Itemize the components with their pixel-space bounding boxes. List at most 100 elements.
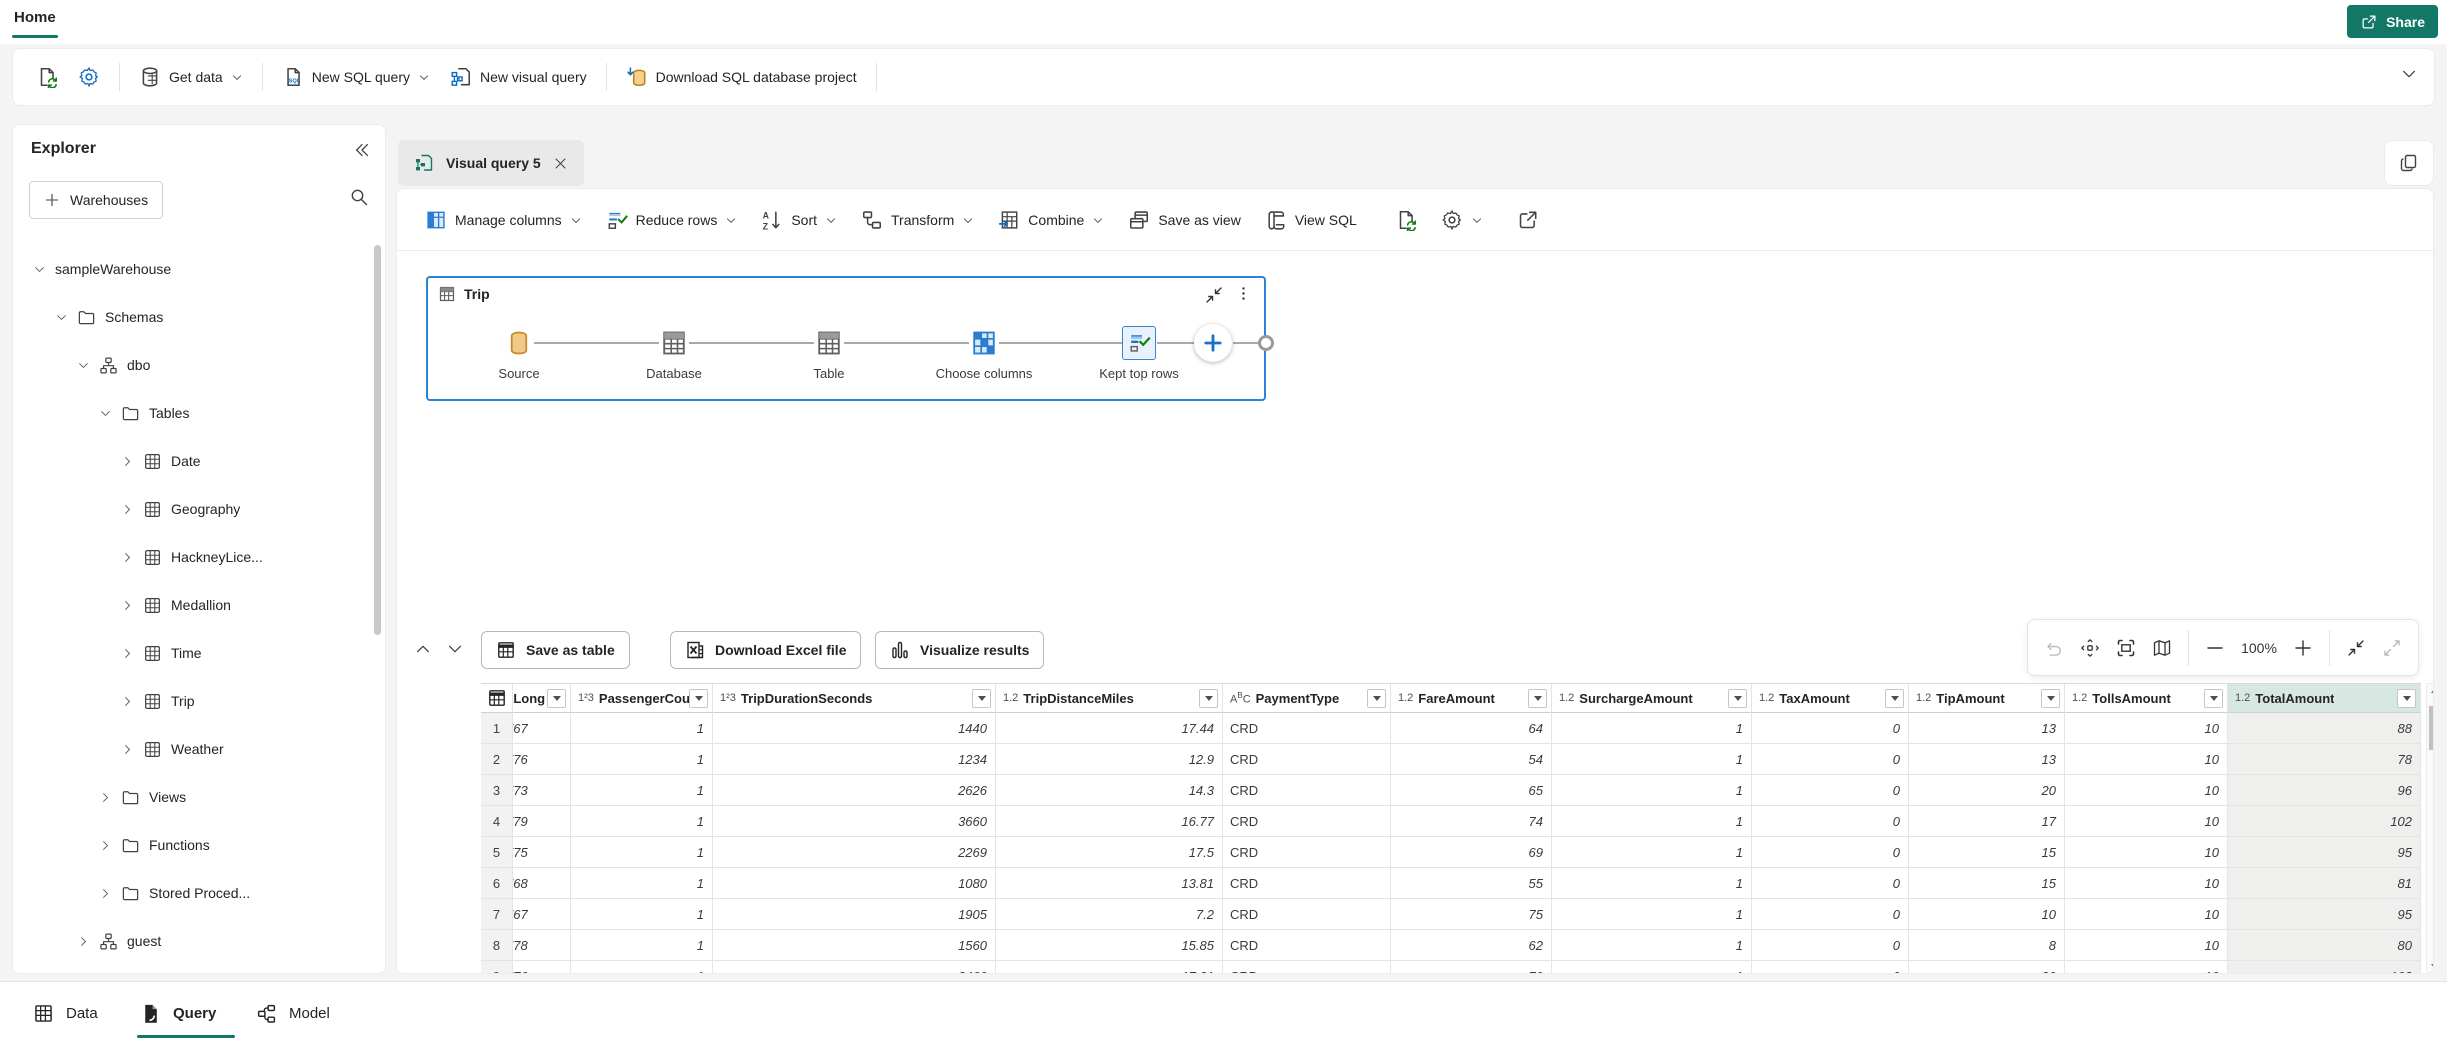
filter-dropdown-button[interactable] <box>547 689 566 708</box>
table-row[interactable]: 87781156015.85CRD621081080 <box>481 930 2421 961</box>
tree-item-dbo[interactable]: dbo <box>13 345 386 385</box>
new-visual-query-button[interactable]: New visual query <box>441 60 596 94</box>
share-button[interactable]: Share <box>2347 5 2438 38</box>
collapse-node-button[interactable] <box>1204 285 1224 310</box>
save-as-view-button[interactable]: Save as view <box>1118 202 1250 238</box>
step-source[interactable] <box>504 328 534 358</box>
tree-item-geography[interactable]: Geography <box>13 489 386 529</box>
tree-item-time[interactable]: Time <box>13 633 386 673</box>
step-choose-columns[interactable] <box>969 328 999 358</box>
filter-dropdown-button[interactable] <box>1367 689 1386 708</box>
filter-dropdown-button[interactable] <box>2204 689 2223 708</box>
chevron-down-icon[interactable] <box>33 263 46 276</box>
chevron-right-icon[interactable] <box>121 503 134 516</box>
tree-item-tables[interactable]: Tables <box>13 393 386 433</box>
chevron-down-icon[interactable] <box>77 359 90 372</box>
column-header-tripdurationseconds[interactable]: 1²3TripDurationSeconds <box>713 683 996 713</box>
visual-query-tab[interactable]: Visual query 5 <box>398 140 584 186</box>
filter-dropdown-button[interactable] <box>689 689 708 708</box>
step-database[interactable] <box>659 328 689 358</box>
column-header-totalamount[interactable]: 1.2TotalAmount <box>2228 683 2421 713</box>
download-sql-project-button[interactable]: Download SQL database project <box>617 60 866 94</box>
manage-columns-button[interactable]: Manage columns <box>415 202 592 238</box>
tree-item-functions[interactable]: Functions <box>13 825 386 865</box>
get-data-button[interactable]: Get data <box>130 60 252 94</box>
chevron-right-icon[interactable] <box>121 695 134 708</box>
trip-query-node[interactable]: Trip SourceDatabaseTableChoose columnsKe… <box>426 276 1266 401</box>
filter-dropdown-button[interactable] <box>1728 689 1747 708</box>
filter-dropdown-button[interactable] <box>1199 689 1218 708</box>
output-connector[interactable] <box>1258 335 1274 351</box>
chevron-right-icon[interactable] <box>121 599 134 612</box>
tree-item-hackneylice[interactable]: HackneyLice... <box>13 537 386 577</box>
tree-item-views[interactable]: Views <box>13 777 386 817</box>
table-row[interactable]: 37731262614.3CRD6510201096 <box>481 775 2421 806</box>
filter-dropdown-button[interactable] <box>2041 689 2060 708</box>
expand-results-button[interactable] <box>409 635 437 663</box>
tree-item-date[interactable]: Date <box>13 441 386 481</box>
chevron-down-icon[interactable] <box>99 407 112 420</box>
view-sql-button[interactable]: View SQL <box>1255 202 1367 238</box>
add-warehouses-button[interactable]: Warehouses <box>29 181 163 219</box>
scrollbar-thumb[interactable] <box>2429 706 2434 750</box>
filter-dropdown-button[interactable] <box>1885 689 1904 708</box>
tree-item-medallion[interactable]: Medallion <box>13 585 386 625</box>
column-header-taxamount[interactable]: 1.2TaxAmount <box>1752 683 1909 713</box>
refresh-file-button[interactable] <box>27 60 67 94</box>
column-header-surchargeamount[interactable]: 1.2SurchargeAmount <box>1552 683 1752 713</box>
ribbon-expand-chevron[interactable] <box>2400 65 2418 88</box>
tree-item-schemas[interactable]: Schemas <box>13 297 386 337</box>
filter-dropdown-button[interactable] <box>2397 689 2416 708</box>
column-header-paymenttype[interactable]: ABCPaymentType <box>1223 683 1391 713</box>
search-button[interactable] <box>349 187 369 212</box>
table-row[interactable]: 7767119057.2CRD7510101095 <box>481 899 2421 930</box>
tree-item-trip[interactable]: Trip <box>13 681 386 721</box>
sort-button[interactable]: AZ Sort <box>751 202 847 238</box>
transform-button[interactable]: Transform <box>851 202 984 238</box>
grid-vertical-scrollbar[interactable] <box>2426 683 2434 974</box>
chevron-right-icon[interactable] <box>121 743 134 756</box>
tree-item-guest[interactable]: guest <box>13 921 386 961</box>
column-header-tripdistancemiles[interactable]: 1.2TripDistanceMiles <box>996 683 1223 713</box>
query-settings-button[interactable] <box>1431 202 1493 238</box>
reduce-rows-button[interactable]: Reduce rows <box>596 202 748 238</box>
chevron-right-icon[interactable] <box>121 647 134 660</box>
combine-button[interactable]: Combine <box>988 202 1114 238</box>
column-header-tlong[interactable]: tLong <box>513 683 571 713</box>
collapse-results-button[interactable] <box>441 635 469 663</box>
chevron-right-icon[interactable] <box>99 887 112 900</box>
settings-gear-button[interactable] <box>69 60 109 94</box>
home-tab[interactable]: Home <box>14 9 56 26</box>
step-table[interactable] <box>814 328 844 358</box>
close-icon[interactable] <box>553 156 568 171</box>
chevron-right-icon[interactable] <box>121 455 134 468</box>
tree-item-weather[interactable]: Weather <box>13 729 386 769</box>
table-row[interactable]: 47791366016.77CRD74101710102 <box>481 806 2421 837</box>
node-menu-button[interactable] <box>1235 285 1252 307</box>
column-header-tipamount[interactable]: 1.2TipAmount <box>1909 683 2065 713</box>
chevron-right-icon[interactable] <box>77 935 90 948</box>
explorer-scrollbar[interactable] <box>374 245 381 635</box>
table-row[interactable]: 17671144017.44CRD6410131088 <box>481 713 2421 744</box>
footer-tab-model[interactable]: Model <box>256 996 330 1030</box>
filter-dropdown-button[interactable] <box>972 689 991 708</box>
collapse-panel-button[interactable] <box>353 141 371 164</box>
table-row[interactable]: 27761123412.9CRD5410131078 <box>481 744 2421 775</box>
column-header-tollsamount[interactable]: 1.2TollsAmount <box>2065 683 2228 713</box>
save-as-table-button[interactable]: Save as table <box>481 631 630 669</box>
table-row[interactable]: 97761246017.31CRD70102010103 <box>481 961 2421 974</box>
open-in-window-button[interactable] <box>1507 202 1549 238</box>
chevron-down-icon[interactable] <box>55 311 68 324</box>
download-excel-button[interactable]: Download Excel file <box>670 631 861 669</box>
refresh-query-button[interactable] <box>1385 202 1427 238</box>
filter-dropdown-button[interactable] <box>1528 689 1547 708</box>
footer-tab-data[interactable]: Data <box>33 996 98 1030</box>
tree-item-storedproced[interactable]: Stored Proced... <box>13 873 386 913</box>
new-sql-query-button[interactable]: SQL New SQL query <box>273 60 439 94</box>
table-row[interactable]: 57751226917.5CRD6910151095 <box>481 837 2421 868</box>
copy-button[interactable] <box>2384 140 2434 186</box>
chevron-right-icon[interactable] <box>121 551 134 564</box>
footer-tab-query[interactable]: Query <box>140 996 216 1030</box>
scroll-down-arrow[interactable] <box>2427 958 2434 974</box>
tree-item-samplewarehouse[interactable]: sampleWarehouse <box>13 249 386 289</box>
